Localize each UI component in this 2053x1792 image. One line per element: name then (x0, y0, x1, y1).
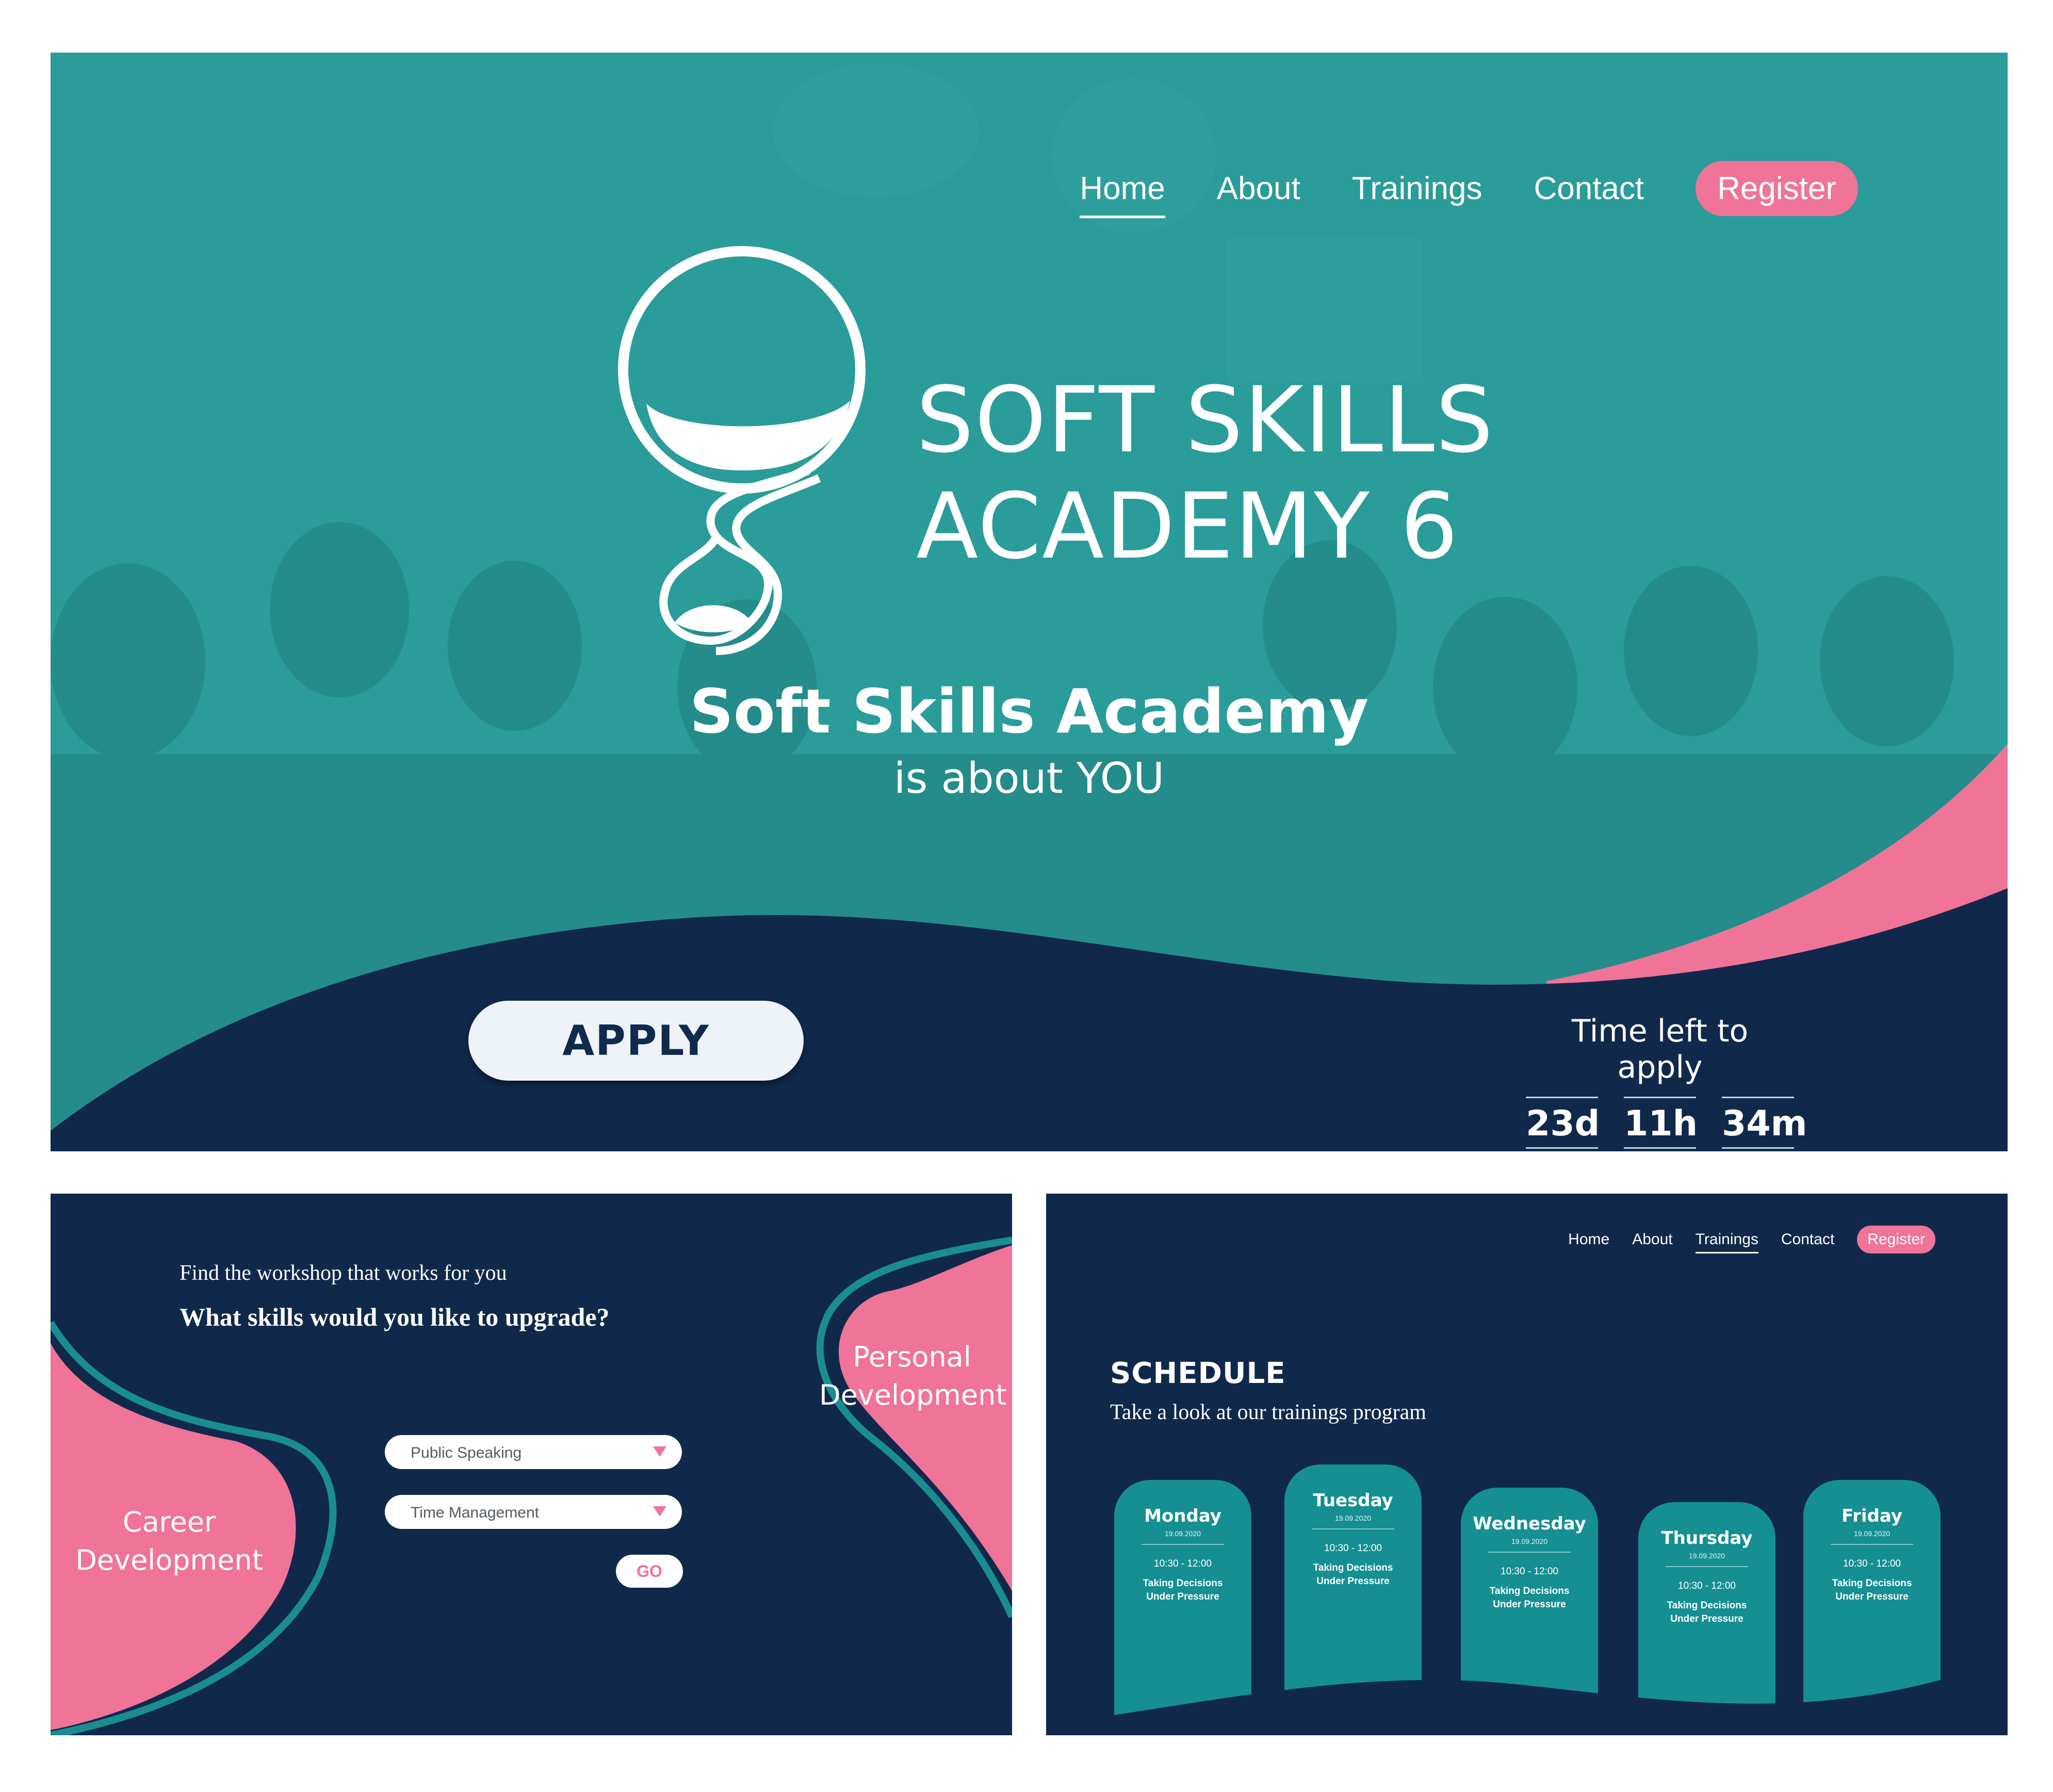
logo-line-2: ACADEMY 6 (916, 474, 1459, 579)
schedule-title: SCHEDULE (1110, 1357, 1286, 1390)
nav-contact-link[interactable]: Contact (1781, 1231, 1834, 1248)
skill-select-1-value: Public Speaking (411, 1444, 522, 1461)
day-date: 19.09.2020 (1334, 1514, 1372, 1522)
divider (1488, 1552, 1571, 1553)
logo-line-1: SOFT SKILLS (916, 367, 1494, 473)
go-button[interactable]: GO (616, 1555, 683, 1588)
nav-home-link[interactable]: Home (1568, 1231, 1609, 1248)
dropdown-arrow-icon (653, 1506, 666, 1517)
day-name: Thursday (1661, 1528, 1753, 1549)
day-name: Friday (1842, 1506, 1902, 1526)
logo-wordmark: SOFT SKILLS ACADEMY 6 (916, 367, 1494, 580)
skill-select-2-value: Time Management (411, 1504, 539, 1521)
skill-select-1[interactable]: Public Speaking (385, 1435, 682, 1469)
day-topic: Taking Decisions Under Pressure (1489, 1586, 1570, 1610)
skill-select-2[interactable]: Time Management (385, 1495, 682, 1529)
hero-subtitle: is about YOU (893, 754, 1165, 803)
hero-nav: Home About Trainings Contact Register (1080, 161, 1858, 218)
nav-home-link[interactable]: Home (1080, 170, 1166, 218)
day-time: 10:30 - 12:00 (1324, 1543, 1382, 1554)
day-topic: Taking Decisions Under Pressure (1143, 1578, 1223, 1602)
day-time: 10:30 - 12:00 (1501, 1566, 1558, 1577)
divider (1142, 1544, 1224, 1545)
divider (1831, 1544, 1913, 1545)
day-date: 19.09.2020 (1164, 1529, 1201, 1538)
day-name: Wednesday (1473, 1513, 1586, 1534)
career-development-label[interactable]: Career Development (71, 1503, 267, 1579)
countdown-days: 23d (1526, 1097, 1600, 1149)
schedule-nav: Home About Trainings Contact Register (1568, 1226, 1935, 1253)
register-button[interactable]: Register (1696, 161, 1858, 216)
register-button[interactable]: Register (1857, 1226, 1935, 1253)
workshop-question: What skills would you like to upgrade? (180, 1302, 610, 1331)
countdown-minutes: 34m (1722, 1097, 1807, 1149)
nav-about-link[interactable]: About (1632, 1231, 1672, 1248)
schedule-section: Home About Trainings Contact Register SC… (1046, 1194, 2008, 1735)
personal-development-label[interactable]: Personal Development (819, 1338, 1007, 1414)
day-time: 10:30 - 12:00 (1154, 1558, 1212, 1569)
dropdown-arrow-icon (653, 1446, 666, 1457)
nav-trainings-link[interactable]: Trainings (1352, 170, 1482, 207)
apply-button[interactable]: APPLY (468, 1001, 804, 1081)
hero-background-photo (51, 53, 2008, 1151)
schedule-bottom-wave (1046, 1658, 2008, 1735)
countdown-label: Time left to apply (1571, 1013, 1749, 1085)
nav-trainings-link[interactable]: Trainings (1695, 1231, 1759, 1253)
day-name: Tuesday (1313, 1490, 1393, 1511)
day-date: 19.09.2020 (1511, 1537, 1548, 1545)
countdown: Time left to apply 23d 11h 34m (1526, 1013, 1807, 1149)
divider (1312, 1528, 1394, 1529)
workshop-intro: Find the workshop that works for you (180, 1261, 507, 1285)
workshop-finder-section: Find the workshop that works for you Wha… (51, 1194, 1012, 1735)
day-topic: Taking Decisions Under Pressure (1667, 1600, 1747, 1624)
day-date: 19.09.2020 (1688, 1552, 1725, 1560)
day-time: 10:30 - 12:00 (1843, 1558, 1901, 1569)
countdown-hours: 11h (1624, 1097, 1698, 1149)
hourglass-logo-icon (618, 246, 866, 655)
day-name: Monday (1144, 1506, 1221, 1526)
nav-about-link[interactable]: About (1217, 170, 1300, 207)
hero-title: Soft Skills Academy (689, 676, 1369, 747)
nav-contact-link[interactable]: Contact (1534, 170, 1644, 207)
hero-section: Home About Trainings Contact Register SO… (51, 53, 2008, 1151)
schedule-subtitle: Take a look at our trainings program (1110, 1400, 1426, 1424)
divider (1666, 1566, 1748, 1567)
day-topic: Taking Decisions Under Pressure (1832, 1578, 1912, 1602)
day-topic: Taking Decisions Under Pressure (1313, 1562, 1393, 1587)
day-time: 10:30 - 12:00 (1678, 1581, 1736, 1591)
day-date: 19.09.2020 (1853, 1529, 1891, 1538)
